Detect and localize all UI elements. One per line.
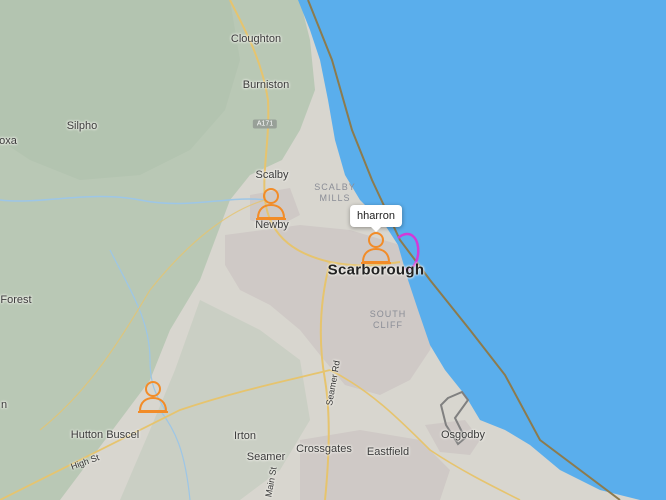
marker-tooltip: hharron	[350, 205, 402, 232]
person-icon	[361, 232, 391, 264]
road-shield-a171: A171	[252, 119, 278, 129]
user-marker-scarborough[interactable]	[358, 231, 394, 265]
person-icon	[256, 188, 286, 220]
map-view[interactable]: Cloughton Burniston A171 Silpho oxa Scal…	[0, 0, 666, 500]
map-basemap	[0, 0, 666, 500]
person-icon	[138, 381, 168, 413]
user-marker-hutton-buscel[interactable]	[135, 380, 171, 414]
user-marker-newby[interactable]	[253, 187, 289, 221]
